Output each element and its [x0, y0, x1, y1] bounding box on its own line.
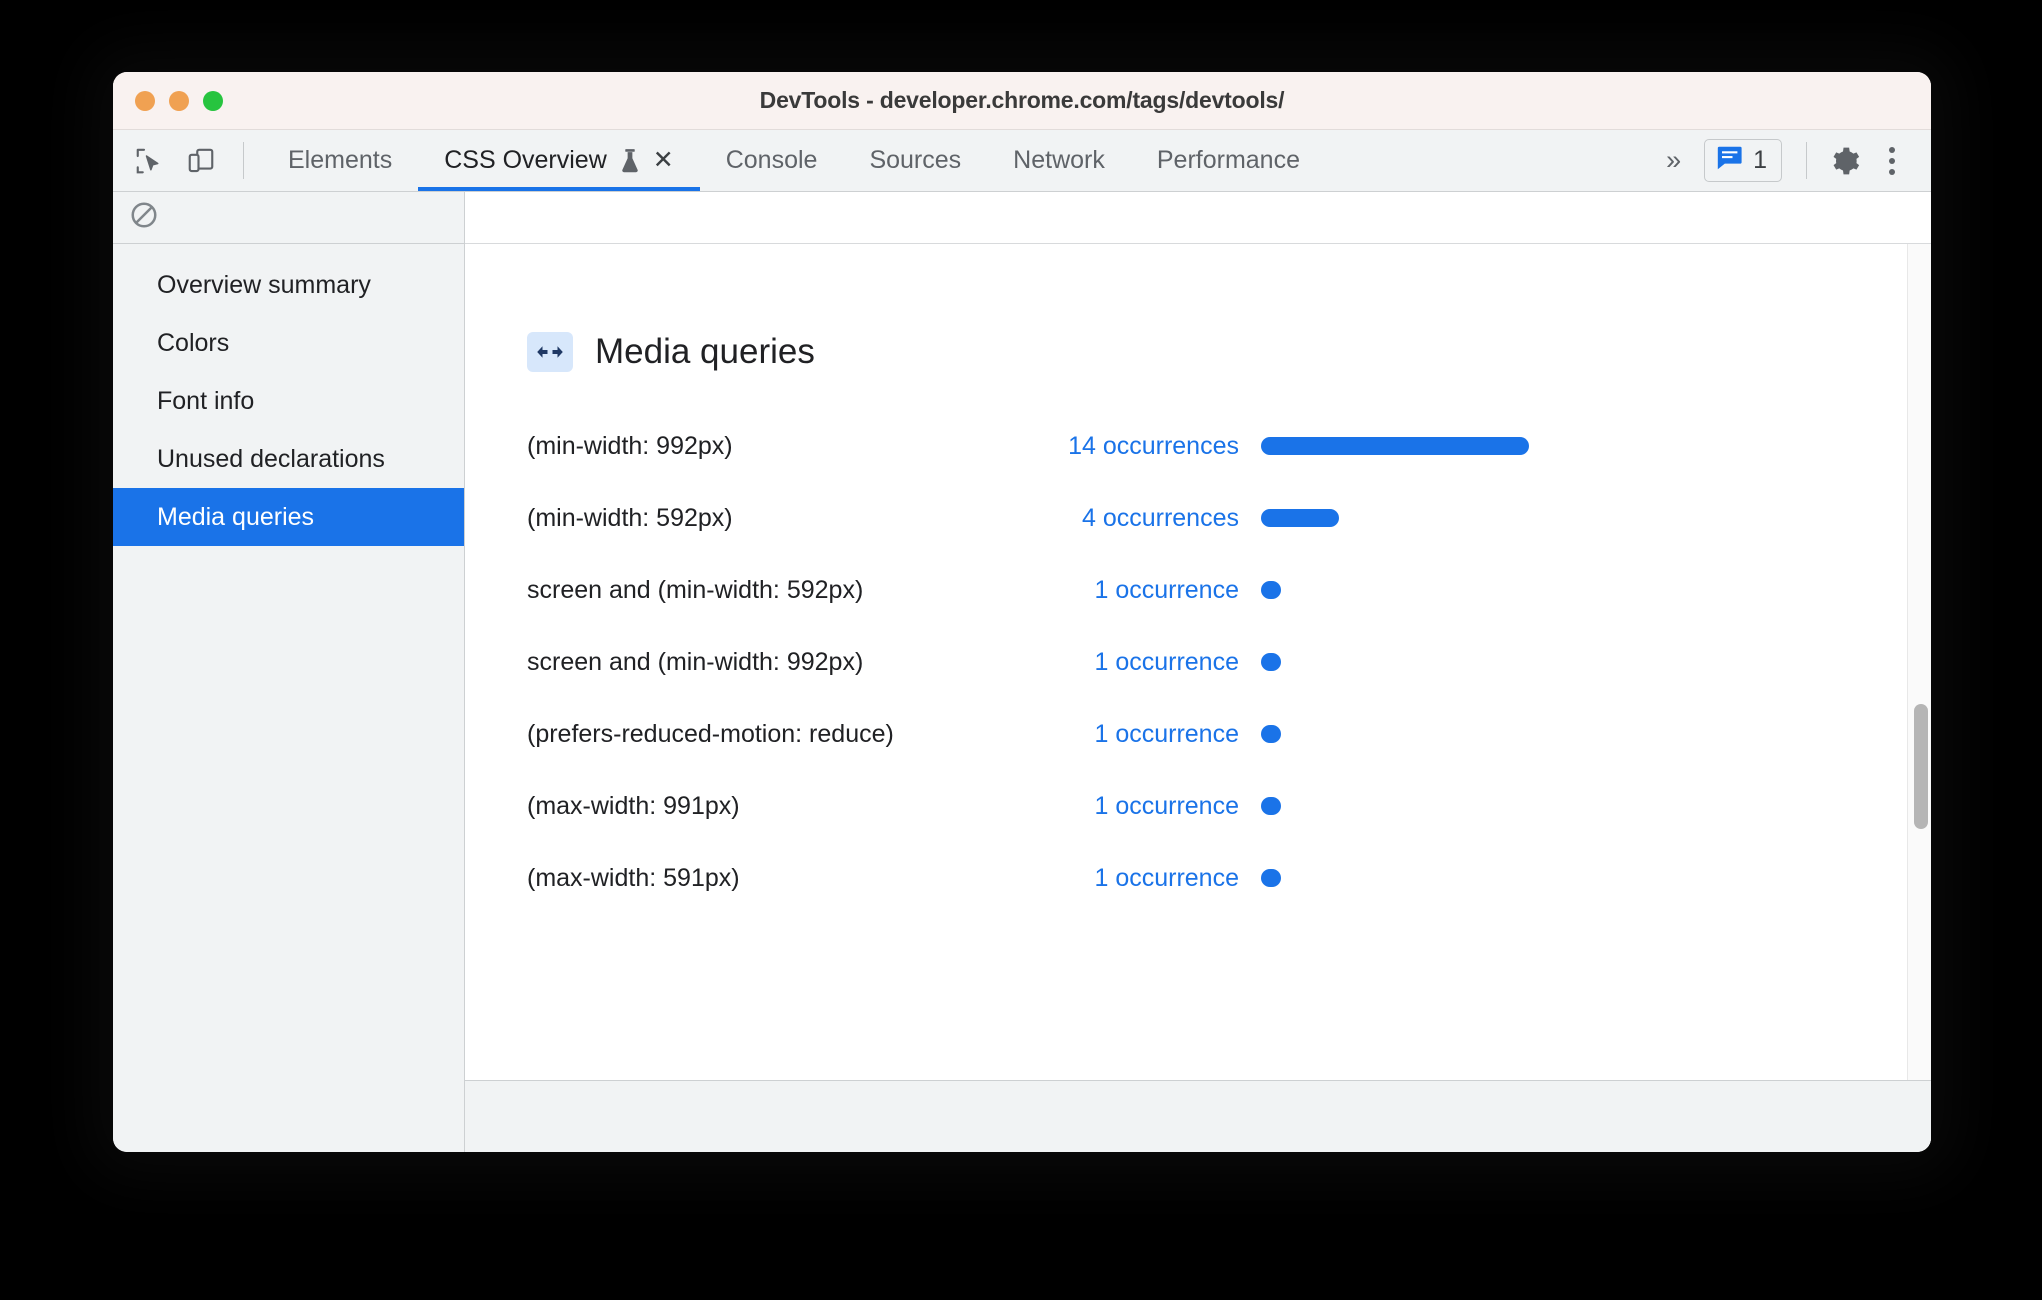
clear-overview-icon[interactable]	[129, 200, 159, 235]
sidebar-item-label: Media queries	[157, 502, 315, 531]
issues-count: 1	[1753, 146, 1767, 174]
devtools-body: Overview summary Colors Font info Unused…	[113, 192, 1931, 1152]
sidebar-item-media-queries[interactable]: Media queries	[113, 488, 464, 546]
occurrences-bar-wrap	[1239, 509, 1339, 527]
issues-badge-button[interactable]: 1	[1704, 139, 1782, 182]
panel-header: Media queries	[465, 244, 1931, 372]
toolbar-divider-right	[1806, 142, 1807, 179]
media-query-text: (min-width: 992px)	[527, 431, 733, 460]
occurrences-link[interactable]: 1 occurrence	[1039, 576, 1239, 605]
sidebar-item-label: Font info	[157, 386, 255, 415]
inspect-cursor-icon[interactable]	[127, 139, 171, 183]
media-queries-arrows-icon	[527, 332, 573, 372]
occurrences-link[interactable]: 1 occurrence	[1039, 720, 1239, 749]
media-query-text: screen and (min-width: 592px)	[527, 575, 864, 604]
sidebar-toolbar	[113, 192, 464, 244]
device-toolbar-icon[interactable]	[179, 139, 223, 183]
tab-label: Performance	[1156, 146, 1300, 174]
occurrences-bar	[1261, 437, 1529, 455]
close-tab-icon[interactable]: ✕	[653, 148, 674, 173]
media-query-row: (min-width: 592px) 4 occurrences	[527, 482, 1931, 554]
toolbar-left-actions	[113, 130, 262, 191]
sidebar-item-label: Colors	[157, 328, 230, 357]
occurrences-bar-wrap	[1239, 797, 1281, 815]
sidebar-item-font-info[interactable]: Font info	[113, 372, 464, 430]
css-overview-sidebar: Overview summary Colors Font info Unused…	[113, 192, 465, 1152]
tab-sources[interactable]: Sources	[843, 130, 987, 191]
occurrences-bar-wrap	[1239, 581, 1281, 599]
tab-performance[interactable]: Performance	[1131, 130, 1326, 191]
devtools-window: DevTools - developer.chrome.com/tags/dev…	[113, 72, 1931, 1152]
panel-tabs: Elements CSS Overview ✕ Console Sources …	[262, 130, 1326, 191]
media-query-text: (min-width: 592px)	[527, 503, 733, 532]
occurrences-bar	[1261, 797, 1281, 815]
sidebar-item-overview-summary[interactable]: Overview summary	[113, 256, 464, 314]
vertical-scrollbar[interactable]	[1907, 244, 1931, 1080]
tab-label: Elements	[288, 146, 393, 174]
occurrences-bar	[1261, 581, 1281, 599]
media-query-row: (max-width: 991px) 1 occurrence	[527, 770, 1931, 842]
sidebar-item-label: Unused declarations	[157, 444, 385, 473]
occurrences-bar-wrap	[1239, 869, 1281, 887]
sidebar-item-list: Overview summary Colors Font info Unused…	[113, 244, 464, 546]
occurrences-bar-wrap	[1239, 437, 1529, 455]
media-query-row: screen and (min-width: 592px) 1 occurren…	[527, 554, 1931, 626]
occurrences-link[interactable]: 4 occurrences	[1039, 504, 1239, 533]
main-bottom-bar	[465, 1080, 1931, 1152]
occurrences-link[interactable]: 14 occurrences	[1039, 432, 1239, 461]
main-top-strip	[465, 192, 1931, 244]
media-queries-scroll-area[interactable]: Media queries (min-width: 992px) 14 occu…	[465, 244, 1931, 1080]
issues-message-icon	[1715, 145, 1743, 176]
occurrences-link[interactable]: 1 occurrence	[1039, 864, 1239, 893]
media-query-text: (max-width: 591px)	[527, 863, 740, 892]
media-queries-list: (min-width: 992px) 14 occurrences (min-w…	[465, 372, 1931, 914]
css-overview-main: Media queries (min-width: 992px) 14 occu…	[465, 192, 1931, 1152]
occurrences-bar	[1261, 869, 1281, 887]
tab-label: CSS Overview	[444, 146, 607, 174]
screen: DevTools - developer.chrome.com/tags/dev…	[0, 0, 2042, 1300]
toolbar-divider	[243, 142, 244, 179]
gear-icon[interactable]	[1823, 139, 1867, 183]
window-titlebar: DevTools - developer.chrome.com/tags/dev…	[113, 72, 1931, 130]
experiment-flask-icon	[619, 148, 641, 174]
toolbar-right-actions: » 1	[1644, 130, 1931, 191]
devtools-toolbar: Elements CSS Overview ✕ Console Sources …	[113, 130, 1931, 192]
sidebar-item-unused-declarations[interactable]: Unused declarations	[113, 430, 464, 488]
sidebar-item-colors[interactable]: Colors	[113, 314, 464, 372]
media-query-row: (prefers-reduced-motion: reduce) 1 occur…	[527, 698, 1931, 770]
media-query-text: (max-width: 991px)	[527, 791, 740, 820]
tab-console[interactable]: Console	[700, 130, 844, 191]
occurrences-bar	[1261, 653, 1281, 671]
tab-network[interactable]: Network	[987, 130, 1131, 191]
tab-css-overview[interactable]: CSS Overview ✕	[418, 130, 700, 191]
occurrences-link[interactable]: 1 occurrence	[1039, 648, 1239, 677]
occurrences-bar-wrap	[1239, 725, 1281, 743]
window-title: DevTools - developer.chrome.com/tags/dev…	[759, 87, 1285, 113]
sidebar-item-label: Overview summary	[157, 270, 371, 299]
tab-label: Console	[725, 146, 818, 174]
media-query-row: screen and (min-width: 992px) 1 occurren…	[527, 626, 1931, 698]
more-tabs-chevron-icon[interactable]: »	[1644, 145, 1700, 176]
tab-label: Sources	[869, 146, 962, 174]
occurrences-bar	[1261, 725, 1281, 743]
media-query-row: (max-width: 591px) 1 occurrence	[527, 842, 1931, 914]
occurrences-bar	[1261, 509, 1339, 527]
media-query-row: (min-width: 992px) 14 occurrences	[527, 410, 1931, 482]
page-title: Media queries	[595, 332, 815, 371]
media-query-text: (prefers-reduced-motion: reduce)	[527, 719, 894, 748]
occurrences-link[interactable]: 1 occurrence	[1039, 792, 1239, 821]
media-query-text: screen and (min-width: 992px)	[527, 647, 864, 676]
scrollbar-thumb[interactable]	[1914, 704, 1928, 829]
occurrences-bar-wrap	[1239, 653, 1281, 671]
kebab-menu-icon[interactable]	[1871, 146, 1913, 175]
tab-elements[interactable]: Elements	[262, 130, 418, 191]
tab-label: Network	[1013, 146, 1105, 174]
